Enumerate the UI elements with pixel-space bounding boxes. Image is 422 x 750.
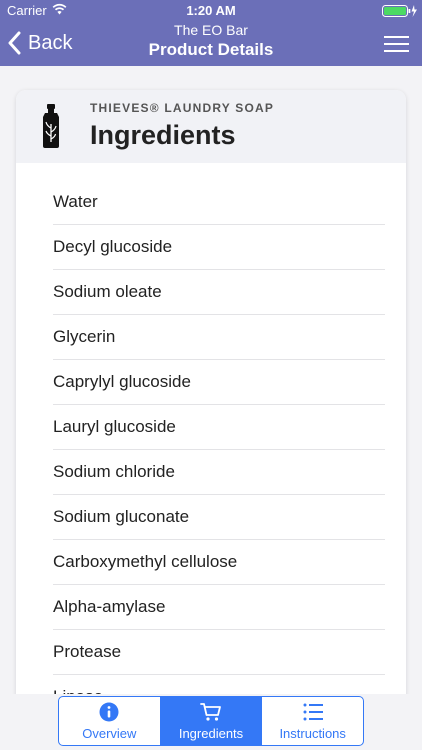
tab-instructions[interactable]: Instructions: [261, 697, 363, 745]
ingredient-item: Glycerin: [53, 315, 385, 360]
ingredient-item: Water: [53, 180, 385, 225]
tab-label: Overview: [82, 725, 137, 741]
ingredient-item: Sodium gluconate: [53, 495, 385, 540]
ingredient-item: Alpha-amylase: [53, 585, 385, 630]
nav-titles: The EO Bar Product Details: [0, 22, 422, 61]
list-icon: [303, 703, 323, 720]
segmented-tab-bar: Overview Ingredients Instructions: [58, 696, 364, 746]
navigation-header: Carrier 1:20 AM Back The EO Bar Product …: [0, 0, 422, 66]
status-time: 1:20 AM: [186, 3, 236, 18]
ingredient-item: Decyl glucoside: [53, 225, 385, 270]
status-bar: Carrier 1:20 AM: [0, 0, 422, 20]
info-icon: [99, 702, 119, 721]
battery-icon: [382, 5, 417, 17]
ingredient-item: Protease: [53, 630, 385, 675]
tab-overview[interactable]: Overview: [59, 697, 160, 745]
ingredient-item: Sodium chloride: [53, 450, 385, 495]
card-header: THIEVES® LAUNDRY SOAP Ingredients: [16, 90, 406, 163]
app-name: The EO Bar: [174, 22, 248, 38]
tab-label: Ingredients: [178, 725, 244, 741]
page-title: Product Details: [148, 40, 274, 59]
ingredient-item: Sodium oleate: [53, 270, 385, 315]
bottom-tab-area: Overview Ingredients Instructions: [0, 694, 422, 750]
tab-label: Instructions: [279, 725, 346, 741]
product-name: THIEVES® LAUNDRY SOAP: [90, 101, 275, 115]
hamburger-menu-icon[interactable]: [384, 36, 409, 52]
ingredients-card: THIEVES® LAUNDRY SOAP Ingredients Water …: [16, 90, 406, 710]
bottle-icon: [43, 104, 59, 148]
ingredient-item: Caprylyl glucoside: [53, 360, 385, 405]
ingredient-item: Lauryl glucoside: [53, 405, 385, 450]
ingredient-item: Carboxymethyl cellulose: [53, 540, 385, 585]
section-title: Ingredients: [90, 120, 236, 150]
ingredient-list: Water Decyl glucoside Sodium oleate Glyc…: [53, 180, 385, 710]
cart-icon: [200, 702, 221, 721]
tab-ingredients[interactable]: Ingredients: [159, 697, 262, 745]
